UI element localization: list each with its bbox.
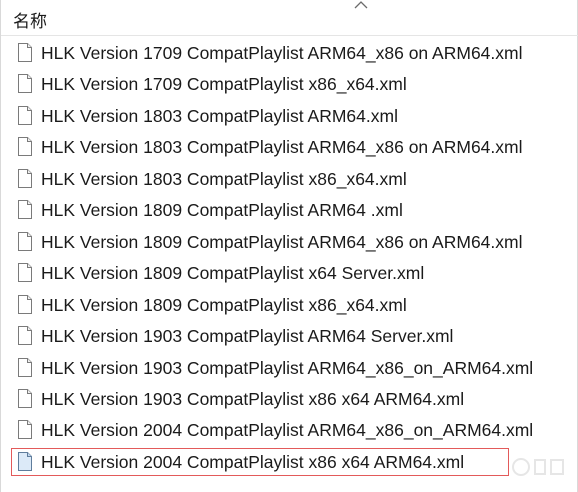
file-explorer-pane: 名称 HLK Version 1709 CompatPlaylist ARM64… bbox=[0, 0, 578, 492]
document-icon bbox=[18, 326, 32, 346]
file-name: HLK Version 1803 CompatPlaylist ARM64.xm… bbox=[41, 105, 398, 126]
file-row[interactable]: HLK Version 1803 CompatPlaylist ARM64.xm… bbox=[11, 102, 569, 130]
file-name: HLK Version 2004 CompatPlaylist ARM64_x8… bbox=[41, 420, 534, 441]
file-name: HLK Version 1903 CompatPlaylist ARM64_x8… bbox=[41, 357, 534, 378]
document-icon bbox=[18, 137, 32, 157]
document-icon bbox=[18, 357, 32, 377]
file-row[interactable]: HLK Version 2004 CompatPlaylist ARM64_x8… bbox=[11, 416, 569, 444]
file-name: HLK Version 1709 CompatPlaylist x86_x64.… bbox=[41, 74, 407, 95]
chevron-up-icon[interactable] bbox=[353, 0, 369, 10]
file-row[interactable]: HLK Version 1809 CompatPlaylist ARM64_x8… bbox=[11, 228, 569, 256]
file-name: HLK Version 2004 CompatPlaylist x86 x64 … bbox=[41, 451, 465, 472]
document-icon bbox=[18, 294, 32, 314]
document-icon bbox=[18, 200, 32, 220]
file-row[interactable]: HLK Version 1903 CompatPlaylist ARM64_x8… bbox=[11, 354, 569, 382]
document-icon bbox=[18, 388, 32, 408]
document-icon bbox=[18, 74, 32, 94]
file-row[interactable]: HLK Version 1903 CompatPlaylist x86 x64 … bbox=[11, 385, 569, 413]
document-icon bbox=[18, 231, 32, 251]
column-header[interactable]: 名称 bbox=[1, 0, 578, 36]
document-icon bbox=[18, 105, 32, 125]
file-row[interactable]: HLK Version 1903 CompatPlaylist ARM64 Se… bbox=[11, 322, 569, 350]
file-name: HLK Version 1809 CompatPlaylist ARM64 .x… bbox=[41, 200, 403, 221]
file-name: HLK Version 1809 CompatPlaylist x86_x64.… bbox=[41, 294, 407, 315]
file-row[interactable]: HLK Version 1809 CompatPlaylist x64 Serv… bbox=[11, 259, 569, 287]
file-name: HLK Version 1803 CompatPlaylist x86_x64.… bbox=[41, 168, 407, 189]
document-icon bbox=[18, 263, 32, 283]
file-row[interactable]: HLK Version 1809 CompatPlaylist x86_x64.… bbox=[11, 291, 569, 319]
document-icon bbox=[18, 420, 32, 440]
file-row[interactable]: HLK Version 1803 CompatPlaylist x86_x64.… bbox=[11, 165, 569, 193]
file-row[interactable]: HLK Version 1709 CompatPlaylist x86_x64.… bbox=[11, 70, 569, 98]
file-row-selected[interactable]: HLK Version 2004 CompatPlaylist x86 x64 … bbox=[11, 447, 509, 476]
file-name: HLK Version 1709 CompatPlaylist ARM64_x8… bbox=[41, 43, 523, 63]
file-row[interactable]: HLK Version 1803 CompatPlaylist ARM64_x8… bbox=[11, 133, 569, 161]
name-column-header[interactable]: 名称 bbox=[13, 7, 47, 32]
file-name: HLK Version 1903 CompatPlaylist ARM64 Se… bbox=[41, 326, 454, 347]
file-name: HLK Version 1803 CompatPlaylist ARM64_x8… bbox=[41, 137, 523, 158]
file-row[interactable]: HLK Version 1709 CompatPlaylist ARM64_x8… bbox=[11, 39, 569, 67]
watermark-logo-icon bbox=[512, 458, 564, 476]
document-icon bbox=[18, 451, 32, 471]
file-row[interactable]: HLK Version 1809 CompatPlaylist ARM64 .x… bbox=[11, 196, 569, 224]
file-name: HLK Version 1809 CompatPlaylist x64 Serv… bbox=[41, 263, 425, 284]
document-icon bbox=[18, 168, 32, 188]
document-icon bbox=[18, 43, 32, 62]
file-name: HLK Version 1809 CompatPlaylist ARM64_x8… bbox=[41, 231, 523, 252]
file-name: HLK Version 1903 CompatPlaylist x86 x64 … bbox=[41, 388, 465, 409]
